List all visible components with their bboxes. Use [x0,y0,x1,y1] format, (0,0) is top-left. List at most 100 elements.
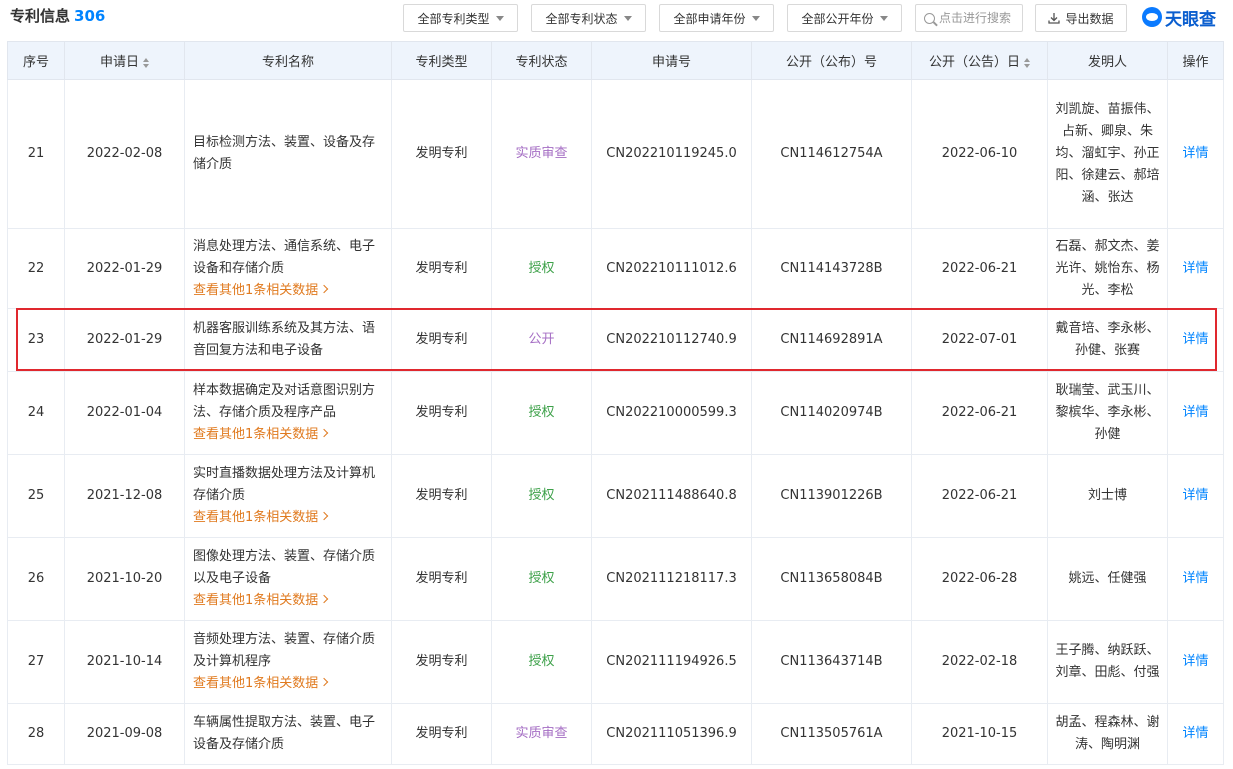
cell-publication-date: 2022-02-18 [911,620,1048,704]
cell-inventor: 王子腾、纳跃跃、刘章、田彪、付强 [1047,620,1168,704]
cell-seq: 21 [7,79,65,229]
cell-publication-date: 2022-06-10 [911,79,1048,229]
cell-publication-date: 2022-06-21 [911,371,1048,455]
cell-seq: 23 [7,308,65,372]
view-more-link[interactable]: 查看其他1条相关数据 [193,590,383,612]
cell-application-number: CN202210000599.3 [591,371,752,455]
col-header-seq: 序号 [7,41,65,80]
patent-name: 车辆属性提取方法、装置、电子设备及存储介质 [193,715,376,752]
view-more-link[interactable]: 查看其他1条相关数据 [193,424,383,446]
view-more-label: 查看其他1条相关数据 [193,676,319,691]
cell-patent-status: 授权 [491,620,592,704]
cell-inventor: 石磊、郝文杰、姜光许、姚怡东、杨光、李松 [1047,228,1168,309]
cell-action: 详情 [1167,620,1224,704]
result-count: 306 [74,7,106,25]
filter-publish-year-dropdown[interactable]: 全部公开年份 [787,4,902,32]
cell-patent-type: 发明专利 [391,454,492,538]
patent-name: 图像处理方法、装置、存储介质以及电子设备 [193,549,376,586]
table-row: 23 2022-01-29 机器客服训练系统及其方法、语音回复方法和电子设备 发明专利… [7,308,1224,372]
col-header-apply-date[interactable]: 申请日 [64,41,185,80]
cell-inventor: 刘凯旋、苗振伟、占新、卿泉、朱均、溜虹宇、孙正阳、徐建云、郝培涵、张达 [1047,79,1168,229]
cell-apply-date: 2021-10-20 [64,537,185,621]
cell-publication-number: CN113901226B [751,454,912,538]
cell-patent-name: 车辆属性提取方法、装置、电子设备及存储介质 [184,703,392,765]
logo-icon [1142,7,1162,27]
search-icon [924,12,935,24]
cell-apply-date: 2021-12-08 [64,454,185,538]
cell-publication-number: CN113505761A [751,703,912,765]
cell-apply-date: 2022-01-04 [64,371,185,455]
cell-action: 详情 [1167,228,1224,309]
page-title-text: 专利信息 [10,7,71,25]
cell-application-number: CN202111051396.9 [591,703,752,765]
view-more-link[interactable]: 查看其他1条相关数据 [193,507,383,529]
col-header-name: 专利名称 [184,41,392,80]
filter-apply-year-dropdown[interactable]: 全部申请年份 [659,4,774,32]
detail-link[interactable]: 详情 [1182,654,1208,669]
filter-label: 全部申请年份 [673,11,746,26]
cell-apply-date: 2021-09-08 [64,703,185,765]
cell-patent-status: 实质审查 [491,703,592,765]
search-box[interactable] [915,4,1023,32]
cell-patent-name: 图像处理方法、装置、存储介质以及电子设备查看其他1条相关数据 [184,537,392,621]
cell-patent-status: 授权 [491,371,592,455]
cell-patent-type: 发明专利 [391,308,492,372]
cell-publication-date: 2021-10-15 [911,703,1048,765]
cell-apply-date: 2022-01-29 [64,228,185,309]
export-data-button[interactable]: 导出数据 [1035,4,1127,32]
cell-publication-number: CN113643714B [751,620,912,704]
cell-publication-date: 2022-06-21 [911,454,1048,538]
cell-seq: 24 [7,371,65,455]
cell-apply-date: 2022-02-08 [64,79,185,229]
cell-action: 详情 [1167,454,1224,538]
patent-name: 消息处理方法、通信系统、电子设备和存储介质 [193,238,376,276]
col-header-app-no: 申请号 [591,41,752,80]
cell-inventor: 戴音培、李永彬、孙健、张赛 [1047,308,1168,372]
detail-link[interactable]: 详情 [1182,726,1208,741]
search-input[interactable] [939,11,1019,25]
filter-label: 全部公开年份 [801,11,874,26]
col-header-label: 申请日 [99,55,139,70]
detail-link[interactable]: 详情 [1182,571,1208,586]
detail-link[interactable]: 详情 [1182,146,1208,161]
patent-table: 序号 申请日 专利名称 专利类型 专利状态 申请号 公开（公布）号 公开（公告）… [7,41,1224,765]
cell-patent-type: 发明专利 [391,537,492,621]
col-header-pub-date[interactable]: 公开（公告）日 [911,41,1048,80]
view-more-link[interactable]: 查看其他1条相关数据 [193,673,383,695]
cell-patent-type: 发明专利 [391,228,492,309]
sort-icon[interactable] [1024,57,1030,68]
export-label: 导出数据 [1065,11,1114,26]
cell-publication-number: CN113658084B [751,537,912,621]
chevron-right-icon [320,284,329,293]
view-more-link[interactable]: 查看其他1条相关数据 [193,280,383,302]
cell-application-number: CN202111488640.8 [591,454,752,538]
cell-patent-status: 实质审查 [491,79,592,229]
table-row: 26 2021-10-20 图像处理方法、装置、存储介质以及电子设备 查看其他1条相关… [7,537,1224,621]
sort-icon[interactable] [143,57,149,68]
filter-patent-type-dropdown[interactable]: 全部专利类型 [403,4,518,32]
table-body: 21 2022-02-08 目标检测方法、装置、设备及存储介质 发明专利 实质审查 CN2… [7,79,1224,765]
view-more-label: 查看其他1条相关数据 [193,593,319,608]
cell-patent-status: 授权 [491,228,592,309]
detail-link[interactable]: 详情 [1182,332,1208,347]
detail-link[interactable]: 详情 [1182,488,1208,503]
filter-label: 全部专利状态 [545,11,618,26]
cell-inventor: 耿瑞莹、武玉川、黎槟华、李永彬、孙健 [1047,371,1168,455]
cell-application-number: CN202111218117.3 [591,537,752,621]
cell-patent-name: 音频处理方法、装置、存储介质及计算机程序 查看其他1条相关数据 [184,620,392,704]
patent-name: 目标检测方法、装置、设备及存储介质 [193,135,376,172]
detail-link[interactable]: 详情 [1182,261,1208,276]
chevron-right-icon [320,594,329,604]
detail-link[interactable]: 详情 [1182,405,1208,420]
cell-patent-name: 实时直播数据处理方法及计算机存储介质 查看其他1条相关数据 [184,454,392,538]
col-header-pub-no: 公开（公布）号 [751,41,912,80]
filter-patent-status-dropdown[interactable]: 全部专利状态 [531,4,646,32]
cell-publication-number: CN114143728B [751,228,912,309]
col-header-type: 专利类型 [391,41,492,80]
cell-patent-name: 消息处理方法、通信系统、电子设备和存储介质查看其他1条相关数据 [184,228,392,309]
col-header-status: 专利状态 [491,41,592,80]
cell-seq: 28 [7,703,65,765]
cell-patent-type: 发明专利 [391,620,492,704]
cell-publication-number: CN114612754A [751,79,912,229]
tianyancha-logo: 天眼查 [1142,4,1216,30]
